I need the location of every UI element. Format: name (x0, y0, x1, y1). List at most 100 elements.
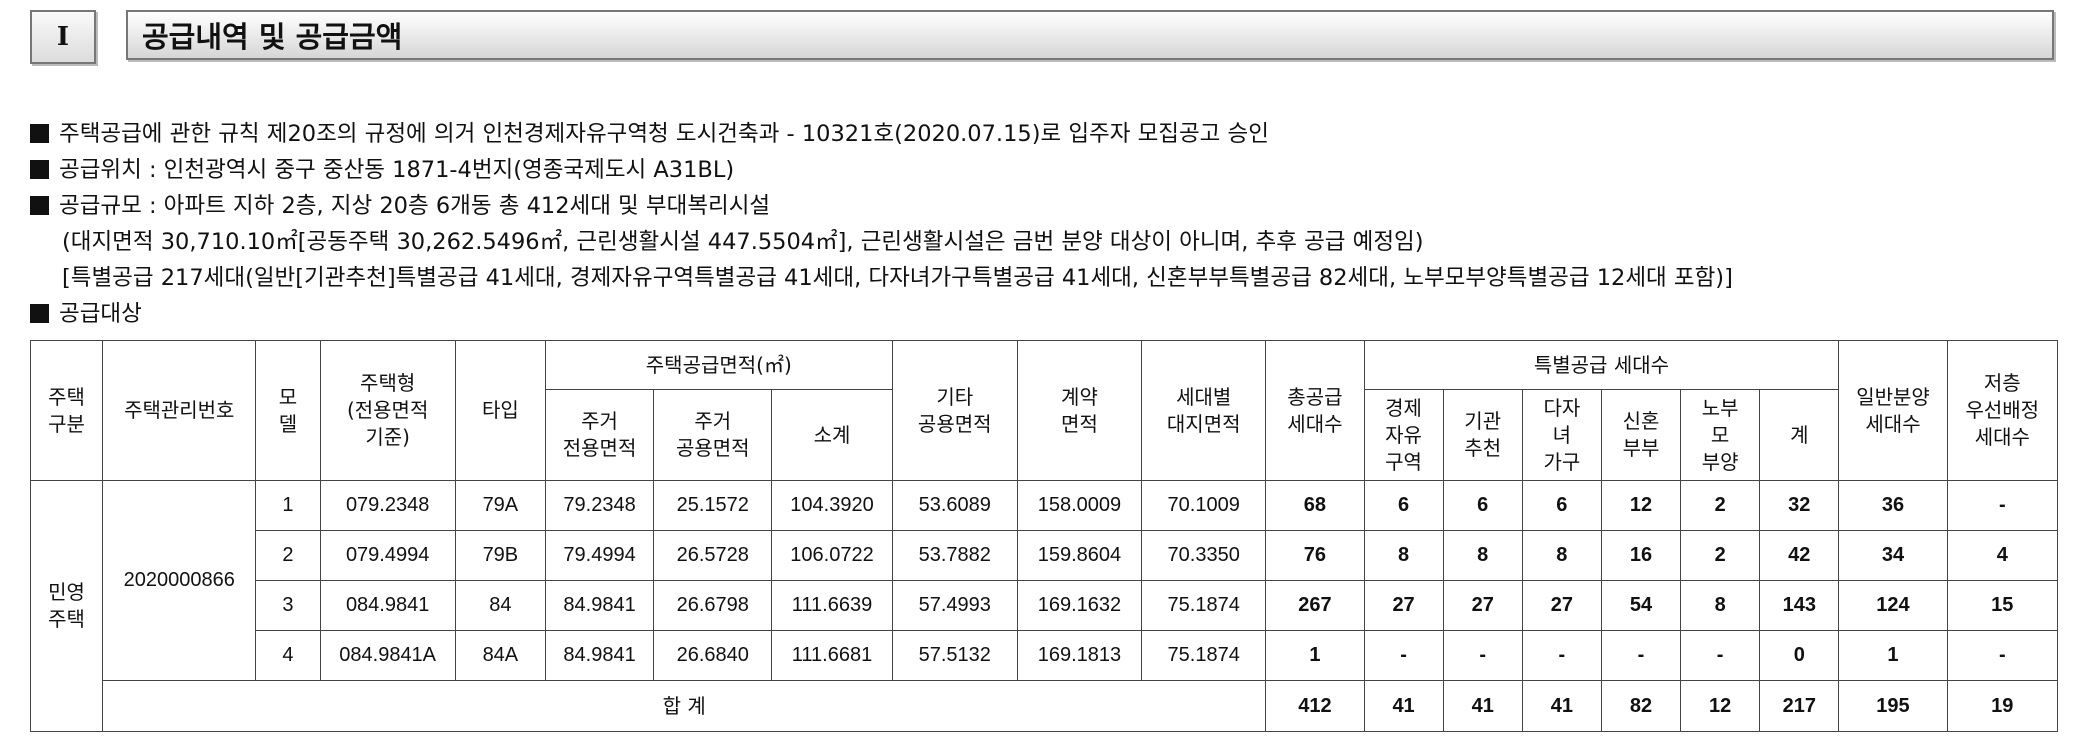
supply-table: 주택 구분 주택관리번호 모 델 주택형 (전용면적 기준) 타입 주택공급면적… (29, 340, 2059, 732)
house-form-cell: 079.4994 (319, 530, 456, 581)
exclusive-area-cell: 79.2348 (544, 480, 655, 531)
header-land-area: 세대별 대지면적 (1141, 340, 1267, 481)
header-low-floor: 저층 우선배정 세대수 (1946, 340, 2059, 481)
subtotal-cell: 111.6639 (771, 580, 893, 631)
table-row: 3 084.9841 84 84.9841 26.6798 111.6639 5… (31, 580, 2059, 631)
sp-econ-cell: 27 (1363, 580, 1444, 631)
common-area-cell: 25.1572 (653, 480, 773, 531)
section-number: I (30, 10, 96, 64)
sp-econ-cell: 6 (1363, 480, 1444, 531)
sp-multichild-cell: 8 (1521, 530, 1602, 581)
sp-newlywed-sum-cell: 82 (1600, 680, 1682, 732)
low-floor-sum-cell: 19 (1946, 680, 2059, 732)
header-sp-multichild: 다자 녀 가구 (1521, 389, 1602, 481)
house-group-cell: 민영 주택 (29, 480, 104, 732)
contract-area-cell: 169.1632 (1016, 580, 1143, 631)
bullet-scale-special-supply: [특별공급 217세대(일반[기관추천]특별공급 41세대, 경제자유구역특별공… (62, 265, 1733, 291)
header-model: 모 델 (255, 340, 321, 481)
total-label-cell: 합 계 (102, 680, 1267, 732)
sp-elderly-cell: 2 (1680, 530, 1761, 581)
bullet-location: 공급위치 : 인천광역시 중구 중산동 1871-4번지(영종국제도시 A31B… (30, 152, 2060, 188)
contract-area-cell: 158.0009 (1016, 480, 1143, 531)
bullet-approval: 주택공급에 관한 규칙 제20조의 규정에 의거 인천경제자유구역청 도시건축과… (30, 116, 2060, 152)
header-subtotal: 소계 (771, 389, 893, 481)
sp-sum-cell: 0 (1759, 630, 1840, 681)
header-contract-area: 계약 면적 (1016, 340, 1143, 481)
header-supply-area: 주택공급면적(㎡) (544, 340, 893, 390)
other-common-cell: 53.7882 (891, 530, 1018, 581)
total-units-cell: 1 (1265, 630, 1365, 681)
subtotal-cell: 104.3920 (771, 480, 893, 531)
house-form-cell: 084.9841A (319, 630, 456, 681)
total-units-sum-cell: 412 (1265, 680, 1365, 732)
land-area-cell: 75.1874 (1141, 580, 1267, 631)
sp-institution-cell: 6 (1442, 480, 1523, 531)
exclusive-area-cell: 84.9841 (544, 630, 655, 681)
sp-multichild-sum-cell: 41 (1521, 680, 1602, 732)
sp-multichild-cell: - (1521, 630, 1602, 681)
sp-econ-cell: 8 (1363, 530, 1444, 581)
subtotal-cell: 111.6681 (771, 630, 893, 681)
type-cell: 84A (454, 630, 546, 681)
header-house-group: 주택 구분 (29, 340, 104, 481)
common-area-cell: 26.6798 (653, 580, 773, 631)
model-cell: 1 (255, 480, 321, 531)
header-sp-econ: 경제 자유 구역 (1363, 389, 1444, 481)
table-row: 4 084.9841A 84A 84.9841 26.6840 111.6681… (31, 630, 2059, 681)
header-sp-elderly: 노부 모 부양 (1680, 389, 1761, 481)
header-house-form: 주택형 (전용면적 기준) (319, 340, 456, 481)
general-units-cell: 36 (1838, 480, 1948, 531)
sp-econ-sum-cell: 41 (1363, 680, 1444, 732)
low-floor-cell: - (1946, 480, 2059, 531)
low-floor-cell: 15 (1946, 580, 2059, 631)
sp-elderly-sum-cell: 12 (1680, 680, 1761, 732)
model-cell: 3 (255, 580, 321, 631)
header-sp-sum: 계 (1759, 389, 1840, 481)
low-floor-cell: - (1946, 630, 2059, 681)
square-bullet-icon (30, 124, 49, 143)
sp-sum-cell: 32 (1759, 480, 1840, 531)
sp-sum-total-cell: 217 (1759, 680, 1840, 732)
sp-sum-cell: 143 (1759, 580, 1840, 631)
notice-bullets: 주택공급에 관한 규칙 제20조의 규정에 의거 인천경제자유구역청 도시건축과… (30, 116, 2060, 332)
total-units-cell: 267 (1265, 580, 1365, 631)
square-bullet-icon (30, 196, 49, 215)
sp-elderly-cell: 2 (1680, 480, 1761, 531)
type-cell: 79B (454, 530, 546, 581)
other-common-cell: 53.6089 (891, 480, 1018, 531)
sp-newlywed-cell: 12 (1600, 480, 1682, 531)
header-other-common: 기타 공용면적 (891, 340, 1018, 481)
section-header: I 공급내역 및 공급금액 (30, 10, 2060, 64)
model-cell: 2 (255, 530, 321, 581)
total-units-cell: 68 (1265, 480, 1365, 531)
square-bullet-icon (30, 304, 49, 323)
other-common-cell: 57.4993 (891, 580, 1018, 631)
sp-multichild-cell: 6 (1521, 480, 1602, 531)
exclusive-area-cell: 84.9841 (544, 580, 655, 631)
type-cell: 79A (454, 480, 546, 531)
bullet-scale: 공급규모 : 아파트 지하 2층, 지상 20층 6개동 총 412세대 및 부… (30, 188, 2060, 224)
header-mgmt-no: 주택관리번호 (102, 340, 257, 481)
sp-newlywed-cell: 16 (1600, 530, 1682, 581)
sp-elderly-cell: - (1680, 630, 1761, 681)
header-exclusive-area: 주거 전용면적 (544, 389, 655, 481)
section-title: 공급내역 및 공급금액 (126, 10, 2054, 60)
sp-institution-cell: 27 (1442, 580, 1523, 631)
exclusive-area-cell: 79.4994 (544, 530, 655, 581)
contract-area-cell: 169.1813 (1016, 630, 1143, 681)
bullet-target: 공급대상 (30, 296, 2060, 332)
square-bullet-icon (30, 160, 49, 179)
house-form-cell: 084.9841 (319, 580, 456, 631)
sp-econ-cell: - (1363, 630, 1444, 681)
header-general-units: 일반분양 세대수 (1838, 340, 1948, 481)
sp-sum-cell: 42 (1759, 530, 1840, 581)
header-common-area: 주거 공용면적 (653, 389, 773, 481)
subtotal-cell: 106.0722 (771, 530, 893, 581)
land-area-cell: 70.3350 (1141, 530, 1267, 581)
land-area-cell: 70.1009 (1141, 480, 1267, 531)
general-units-cell: 124 (1838, 580, 1948, 631)
common-area-cell: 26.6840 (653, 630, 773, 681)
header-special-supply: 특별공급 세대수 (1363, 340, 1840, 390)
sp-multichild-cell: 27 (1521, 580, 1602, 631)
header-type: 타입 (454, 340, 546, 481)
